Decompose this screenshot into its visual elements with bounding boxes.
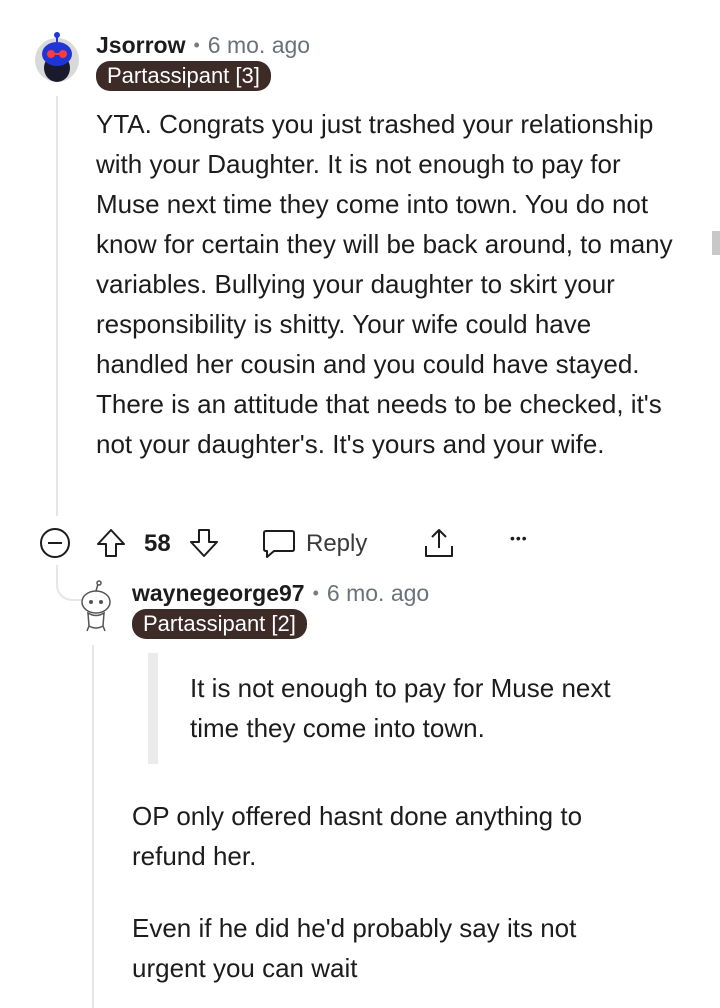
comment-username[interactable]: Jsorrow <box>96 32 185 59</box>
upvote-button[interactable] <box>95 527 127 559</box>
blockquote-text: It is not enough to pay for Muse next ti… <box>190 673 611 743</box>
comment-body: YTA. Congrats you just trashed your rela… <box>96 109 673 459</box>
upvote-arrow-icon <box>97 529 125 557</box>
reply-paragraph: OP only offered hasnt done anything to r… <box>132 801 583 871</box>
user-flair: Partassipant [2] <box>132 609 307 639</box>
reply-paragraph: Even if he did he'd probably say its not… <box>132 913 577 983</box>
collapse-icon <box>40 528 70 558</box>
collapse-button[interactable] <box>39 527 71 559</box>
user-flair: Partassipant [3] <box>96 61 271 91</box>
speech-bubble-icon <box>263 530 295 558</box>
blockquote-bar <box>148 653 158 764</box>
reply-timestamp: 6 mo. ago <box>326 579 430 606</box>
share-button[interactable] <box>422 526 456 560</box>
more-options-button[interactable]: ••• <box>510 530 528 546</box>
scrollbar-thumb[interactable] <box>712 231 720 255</box>
comment-timestamp: 6 mo. ago <box>207 31 311 58</box>
reply-button[interactable]: Reply <box>262 527 367 561</box>
thread-line[interactable] <box>92 645 94 1008</box>
reply-header: waynegeorge97 • 6 mo. ago <box>132 578 429 608</box>
share-upload-icon <box>425 529 453 557</box>
comment-avatar[interactable] <box>32 30 82 84</box>
vote-count: 58 <box>144 530 171 557</box>
reply-label: Reply <box>306 530 368 557</box>
downvote-arrow-icon <box>190 529 218 557</box>
separator-dot: • <box>312 582 319 603</box>
separator-dot: • <box>193 34 200 55</box>
downvote-button[interactable] <box>188 527 220 559</box>
thread-line[interactable] <box>56 96 58 516</box>
reply-username[interactable]: waynegeorge97 <box>132 580 305 607</box>
reply-avatar[interactable] <box>76 580 116 632</box>
comment-header: Jsorrow • 6 mo. ago <box>96 30 310 60</box>
